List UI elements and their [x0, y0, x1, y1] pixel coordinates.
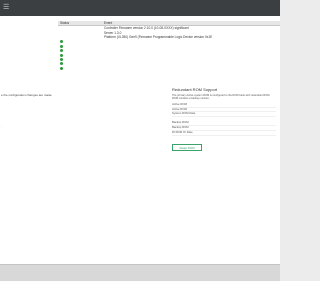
status-ok-icon	[60, 57, 63, 61]
status-ok-icon	[60, 40, 63, 44]
rom-list-item: Rt ROM Or Date	[172, 130, 276, 136]
status-ok-icon	[60, 44, 63, 48]
status-ok-icon	[60, 66, 63, 70]
status-ok-icon	[60, 62, 63, 66]
bottom-bar	[0, 264, 280, 281]
redundant-rom-panel: Redundant ROM Support The primary Active…	[172, 87, 276, 154]
status-table: Status Event Controller Firmware version…	[58, 21, 280, 70]
top-bar: ☰	[0, 0, 280, 17]
rom-panel-title: Redundant ROM Support	[172, 87, 218, 92]
status-cell	[58, 66, 88, 70]
status-ok-icon	[60, 53, 63, 57]
configuration-message: e the configuration changes are made.	[1, 93, 53, 97]
separator-cell	[88, 66, 102, 70]
swap-rom-button[interactable]: Swap ROM	[172, 143, 202, 151]
event-cell	[102, 66, 280, 70]
active-rom-list: Active ROM Active ROM System ROM Date	[172, 102, 276, 118]
table-row[interactable]	[58, 66, 280, 70]
stray-text: .	[1, 124, 2, 128]
rom-panel-description: The primary Active system ROM is configu…	[172, 94, 271, 101]
status-ok-icon	[60, 49, 63, 53]
backup-rom-list: Backup ROM Backup ROM Rt ROM Or Date	[172, 120, 276, 136]
hamburger-menu-icon[interactable]: ☰	[3, 4, 11, 11]
